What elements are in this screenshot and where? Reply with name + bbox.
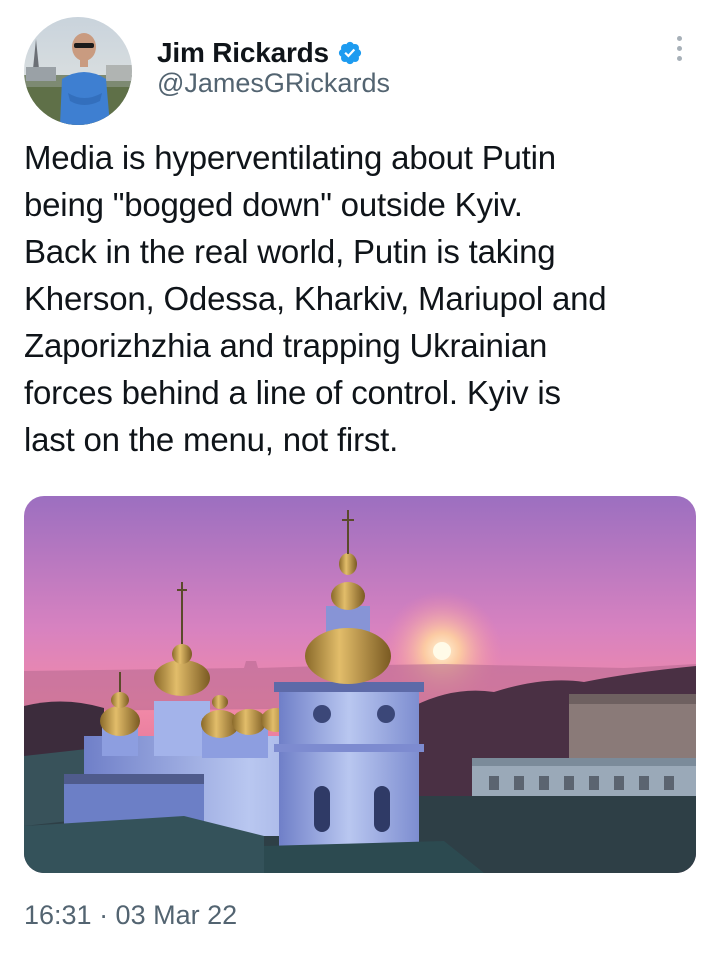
avatar-photo: [24, 17, 132, 125]
tweet-timestamp[interactable]: 16:31 · 03 Mar 22: [24, 900, 237, 931]
tweet-text: Media is hyperventilating about Putin be…: [24, 139, 607, 458]
avatar[interactable]: [24, 17, 132, 125]
author-display-name[interactable]: Jim Rickards: [157, 37, 329, 69]
tweet-media-image[interactable]: [24, 496, 696, 873]
photo-image: [24, 496, 696, 873]
author-name-row[interactable]: Jim Rickards: [157, 33, 363, 73]
author-handle[interactable]: @JamesGRickards: [157, 68, 390, 99]
verified-badge-icon: [338, 41, 362, 65]
more-options-icon[interactable]: [664, 30, 694, 66]
